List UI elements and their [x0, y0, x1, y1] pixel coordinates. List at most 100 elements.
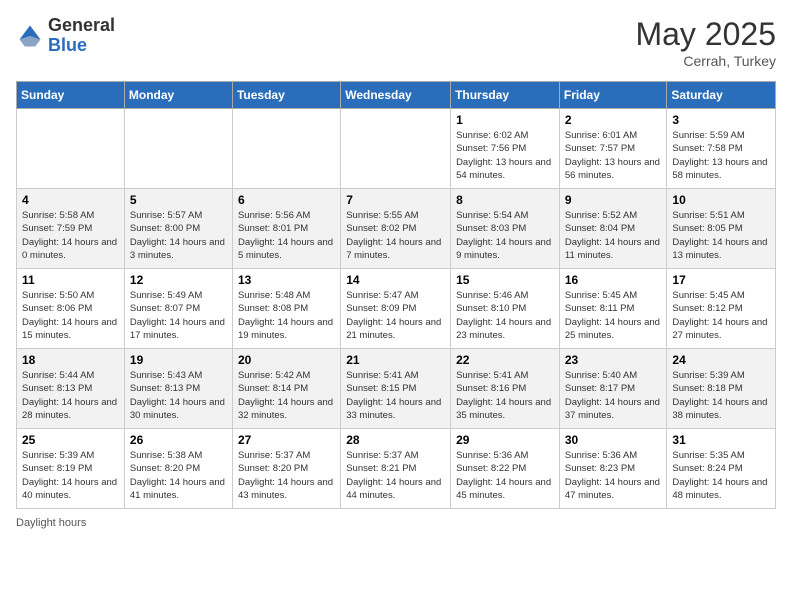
sunrise-text: Sunrise: 5:52 AM	[565, 210, 637, 221]
daylight-text: Daylight: 14 hours and 0 minutes.	[22, 237, 117, 261]
day-cell: 30Sunrise: 5:36 AMSunset: 8:23 PMDayligh…	[559, 429, 667, 509]
daylight-text: Daylight: 14 hours and 23 minutes.	[456, 317, 551, 341]
day-info: Sunrise: 5:37 AMSunset: 8:21 PMDaylight:…	[346, 449, 445, 502]
day-cell: 18Sunrise: 5:44 AMSunset: 8:13 PMDayligh…	[17, 349, 125, 429]
sunset-text: Sunset: 8:06 PM	[22, 303, 92, 314]
sunset-text: Sunset: 8:07 PM	[130, 303, 200, 314]
sunset-text: Sunset: 8:04 PM	[565, 223, 635, 234]
day-info: Sunrise: 5:45 AMSunset: 8:11 PMDaylight:…	[565, 289, 662, 342]
daylight-text: Daylight: 14 hours and 43 minutes.	[238, 477, 333, 501]
day-cell: 5Sunrise: 5:57 AMSunset: 8:00 PMDaylight…	[124, 189, 232, 269]
day-info: Sunrise: 5:47 AMSunset: 8:09 PMDaylight:…	[346, 289, 445, 342]
week-row-3: 11 Sunrise: 5:50 AM Sunset: 8:06 PM Dayligh…	[17, 269, 776, 349]
header-sunday: Sunday	[17, 82, 125, 109]
day-info: Sunrise: 5:49 AMSunset: 8:07 PMDaylight:…	[130, 289, 227, 342]
sunset-text: Sunset: 8:15 PM	[346, 383, 416, 394]
day-number: 31	[672, 433, 770, 447]
week-row-1: 1Sunrise: 6:02 AMSunset: 7:56 PMDaylight…	[17, 109, 776, 189]
day-number: 15	[456, 273, 554, 287]
sunset-text: Sunset: 8:00 PM	[130, 223, 200, 234]
day-cell: 21Sunrise: 5:41 AMSunset: 8:15 PMDayligh…	[341, 349, 451, 429]
daylight-text: Daylight: 14 hours and 13 minutes.	[672, 237, 767, 261]
sunset-text: Sunset: 8:11 PM	[565, 303, 635, 314]
day-cell: 13Sunrise: 5:48 AMSunset: 8:08 PMDayligh…	[232, 269, 340, 349]
daylight-text: Daylight: 14 hours and 5 minutes.	[238, 237, 333, 261]
sunrise-text: Sunrise: 5:35 AM	[672, 450, 744, 461]
sunset-text: Sunset: 8:21 PM	[346, 463, 416, 474]
day-number: 14	[346, 273, 445, 287]
sunset-text: Sunset: 7:57 PM	[565, 143, 635, 154]
sunset-text: Sunset: 8:14 PM	[238, 383, 308, 394]
sunrise-text: Sunrise: 5:38 AM	[130, 450, 202, 461]
logo: General Blue	[16, 16, 115, 56]
day-cell: 19Sunrise: 5:43 AMSunset: 8:13 PMDayligh…	[124, 349, 232, 429]
sunset-text: Sunset: 8:13 PM	[22, 383, 92, 394]
header-friday: Friday	[559, 82, 667, 109]
day-number: 8	[456, 193, 554, 207]
day-cell	[341, 109, 451, 189]
sunrise-text: Sunrise: 5:48 AM	[238, 290, 310, 301]
sunset-text: Sunset: 8:12 PM	[672, 303, 742, 314]
day-info: Sunrise: 5:50 AM Sunset: 8:06 PM Daylight:…	[22, 289, 119, 342]
day-info: Sunrise: 5:36 AMSunset: 8:23 PMDaylight:…	[565, 449, 662, 502]
day-number: 22	[456, 353, 554, 367]
day-cell: 15Sunrise: 5:46 AMSunset: 8:10 PMDayligh…	[451, 269, 560, 349]
sunset-text: Sunset: 8:10 PM	[456, 303, 526, 314]
sunrise-text: Sunrise: 5:39 AM	[22, 450, 94, 461]
day-info: Sunrise: 6:02 AMSunset: 7:56 PMDaylight:…	[456, 129, 554, 182]
day-cell: 2Sunrise: 6:01 AMSunset: 7:57 PMDaylight…	[559, 109, 667, 189]
daylight-text: Daylight: 14 hours and 21 minutes.	[346, 317, 441, 341]
daylight-text: Daylight: 13 hours and 58 minutes.	[672, 157, 767, 181]
daylight-text: Daylight: 14 hours and 19 minutes.	[238, 317, 333, 341]
day-info: Sunrise: 5:51 AMSunset: 8:05 PMDaylight:…	[672, 209, 770, 262]
day-cell: 28Sunrise: 5:37 AMSunset: 8:21 PMDayligh…	[341, 429, 451, 509]
sunrise-text: Sunrise: 5:41 AM	[456, 370, 528, 381]
day-cell: 29Sunrise: 5:36 AMSunset: 8:22 PMDayligh…	[451, 429, 560, 509]
sunrise-text: Sunrise: 5:45 AM	[565, 290, 637, 301]
sunrise-text: Sunrise: 5:55 AM	[346, 210, 418, 221]
day-number: 11	[22, 273, 119, 287]
day-cell: 7Sunrise: 5:55 AMSunset: 8:02 PMDaylight…	[341, 189, 451, 269]
day-info: Sunrise: 5:36 AMSunset: 8:22 PMDaylight:…	[456, 449, 554, 502]
logo-general-text: General	[48, 16, 115, 36]
sunrise-text: Sunrise: 5:43 AM	[130, 370, 202, 381]
day-cell: 23Sunrise: 5:40 AMSunset: 8:17 PMDayligh…	[559, 349, 667, 429]
sunset-text: Sunset: 7:58 PM	[672, 143, 742, 154]
logo-icon	[16, 22, 44, 50]
day-number: 12	[130, 273, 227, 287]
day-info: Sunrise: 5:45 AMSunset: 8:12 PMDaylight:…	[672, 289, 770, 342]
title-block: May 2025 Cerrah, Turkey	[635, 16, 776, 69]
day-info: Sunrise: 5:41 AMSunset: 8:16 PMDaylight:…	[456, 369, 554, 422]
day-cell: 31Sunrise: 5:35 AMSunset: 8:24 PMDayligh…	[667, 429, 776, 509]
sunrise-text: Sunrise: 5:57 AM	[130, 210, 202, 221]
week-row-4: 18Sunrise: 5:44 AMSunset: 8:13 PMDayligh…	[17, 349, 776, 429]
day-cell: 22 Sunrise: 5:41 AMSunset: 8:16 PMDayligh…	[451, 349, 560, 429]
sunset-text: Sunset: 8:05 PM	[672, 223, 742, 234]
sunset-text: Sunset: 8:09 PM	[346, 303, 416, 314]
sunset-text: Sunset: 8:20 PM	[238, 463, 308, 474]
day-cell: 12 Sunrise: 5:49 AMSunset: 8:07 PMDayligh…	[124, 269, 232, 349]
sunrise-text: Sunrise: 5:40 AM	[565, 370, 637, 381]
header-row: SundayMondayTuesdayWednesdayThursdayFrid…	[17, 82, 776, 109]
day-number: 3	[672, 113, 770, 127]
sunrise-text: Sunrise: 5:41 AM	[346, 370, 418, 381]
daylight-text: Daylight: 14 hours and 17 minutes.	[130, 317, 225, 341]
sunrise-text: Sunrise: 5:37 AM	[238, 450, 310, 461]
day-info: Sunrise: 5:57 AMSunset: 8:00 PMDaylight:…	[130, 209, 227, 262]
day-info: Sunrise: 5:55 AMSunset: 8:02 PMDaylight:…	[346, 209, 445, 262]
header-saturday: Saturday	[667, 82, 776, 109]
sunset-text: Sunset: 8:22 PM	[456, 463, 526, 474]
sunrise-text: Sunrise: 5:50 AM	[22, 290, 94, 301]
daylight-text: Daylight: 14 hours and 11 minutes.	[565, 237, 660, 261]
day-cell: 25Sunrise: 5:39 AMSunset: 8:19 PMDayligh…	[17, 429, 125, 509]
calendar-header: SundayMondayTuesdayWednesdayThursdayFrid…	[17, 82, 776, 109]
daylight-label: Daylight hours	[16, 517, 86, 529]
day-number: 4	[22, 193, 119, 207]
header-thursday: Thursday	[451, 82, 560, 109]
daylight-text: Daylight: 14 hours and 15 minutes.	[22, 317, 117, 341]
daylight-text: Daylight: 14 hours and 30 minutes.	[130, 397, 225, 421]
header-tuesday: Tuesday	[232, 82, 340, 109]
daylight-text: Daylight: 14 hours and 38 minutes.	[672, 397, 767, 421]
day-info: Sunrise: 5:59 AMSunset: 7:58 PMDaylight:…	[672, 129, 770, 182]
day-info: Sunrise: 5:39 AMSunset: 8:19 PMDaylight:…	[22, 449, 119, 502]
